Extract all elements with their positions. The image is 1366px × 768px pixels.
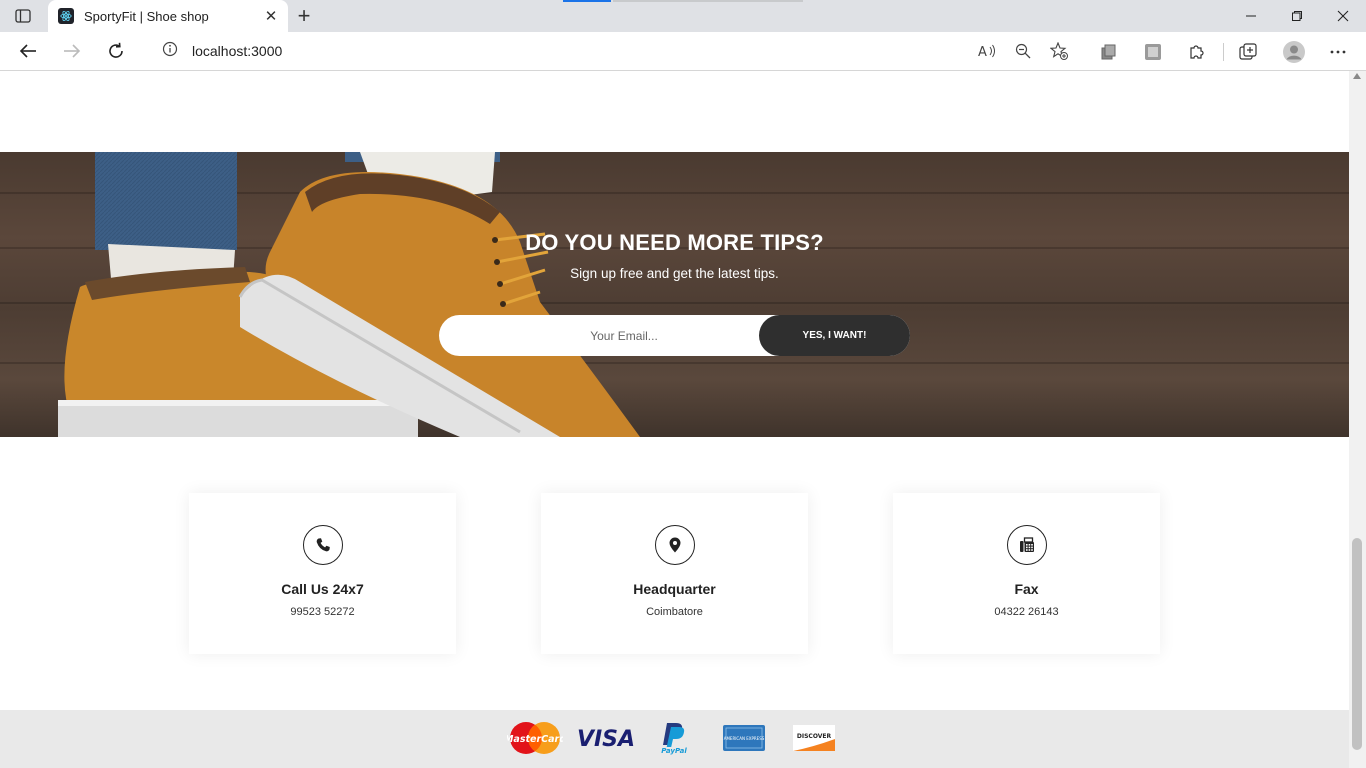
browser-toolbar: localhost:3000 A [0, 32, 1366, 71]
contact-card-fax: Fax 04322 26143 [893, 493, 1160, 654]
contact-card-phone: Call Us 24x7 99523 52272 [189, 493, 456, 654]
mastercard-logo-text: MasterCard [507, 734, 563, 745]
read-aloud-icon[interactable]: A [977, 41, 997, 61]
card-value: 04322 26143 [994, 606, 1059, 618]
close-window-button[interactable] [1320, 0, 1366, 32]
vertical-scrollbar[interactable] [1349, 71, 1366, 768]
site-info-icon[interactable] [162, 41, 178, 62]
paypal-logo: PayPal [654, 718, 694, 758]
browser-tab-active[interactable]: SportyFit | Shoe shop ✕ [48, 0, 288, 32]
newsletter-title: DO YOU NEED MORE TIPS? [525, 230, 824, 255]
back-button[interactable] [13, 36, 43, 66]
tab-drag-region [613, 0, 803, 2]
add-favorite-icon[interactable] [1049, 41, 1069, 61]
refresh-button[interactable] [101, 36, 131, 66]
zoom-out-icon[interactable] [1013, 41, 1033, 61]
card-title: Call Us 24x7 [281, 581, 364, 597]
amex-logo-text: AMERICAN EXPRESS [724, 736, 765, 741]
card-value: Coimbatore [646, 606, 703, 618]
url-text: localhost:3000 [192, 43, 283, 59]
location-pin-icon [655, 525, 695, 565]
scrollbar-thumb[interactable] [1352, 538, 1362, 750]
email-input[interactable] [439, 315, 809, 356]
mastercard-logo: MasterCard [507, 718, 563, 758]
scroll-up-arrow-icon[interactable] [1353, 73, 1361, 79]
card-title: Fax [1014, 581, 1039, 597]
collections-add-icon[interactable] [1238, 42, 1258, 62]
svg-text:A: A [978, 45, 987, 59]
subscribe-button[interactable]: YES, I WANT! [759, 315, 910, 356]
newsletter-form: YES, I WANT! [439, 315, 910, 356]
payment-footer: MasterCard VISA PayPal AMERICAN EXPRESS [0, 710, 1349, 768]
extensions-puzzle-icon[interactable] [1187, 42, 1207, 62]
new-tab-button[interactable]: + [292, 3, 316, 28]
discover-logo: DISCOVER [792, 718, 836, 758]
react-favicon-icon [58, 8, 74, 24]
paypal-logo-text: PayPal [661, 747, 687, 755]
address-bar[interactable]: localhost:3000 A [144, 35, 1081, 67]
minimize-button[interactable] [1228, 0, 1274, 32]
visa-logo-text: VISA [578, 727, 634, 750]
visa-logo: VISA [578, 718, 634, 758]
shoe-photo [58, 152, 640, 437]
tab-actions-icon[interactable] [12, 6, 34, 26]
fax-icon [1007, 525, 1047, 565]
extension-icon[interactable] [1143, 42, 1163, 62]
close-tab-icon[interactable]: ✕ [262, 7, 280, 25]
browser-tab-bar: SportyFit | Shoe shop ✕ + [0, 0, 1366, 32]
collections-icon[interactable] [1099, 42, 1119, 62]
newsletter-hero: DO YOU NEED MORE TIPS? Sign up free and … [0, 152, 1349, 437]
phone-icon [303, 525, 343, 565]
card-title: Headquarter [633, 581, 716, 597]
toolbar-divider [1223, 43, 1224, 61]
card-value: 99523 52272 [290, 606, 355, 618]
tab-title: SportyFit | Shoe shop [84, 8, 209, 24]
restore-button[interactable] [1274, 0, 1320, 32]
discover-logo-text: DISCOVER [797, 733, 832, 740]
forward-button[interactable] [57, 36, 87, 66]
tab-loading-indicator [563, 0, 611, 2]
page-viewport: DO YOU NEED MORE TIPS? Sign up free and … [0, 71, 1349, 768]
newsletter-subtitle: Sign up free and get the latest tips. [570, 266, 779, 281]
profile-avatar-icon[interactable] [1282, 40, 1306, 64]
american-express-logo: AMERICAN EXPRESS [722, 718, 766, 758]
more-options-icon[interactable] [1328, 42, 1348, 62]
contact-card-headquarter: Headquarter Coimbatore [541, 493, 808, 654]
